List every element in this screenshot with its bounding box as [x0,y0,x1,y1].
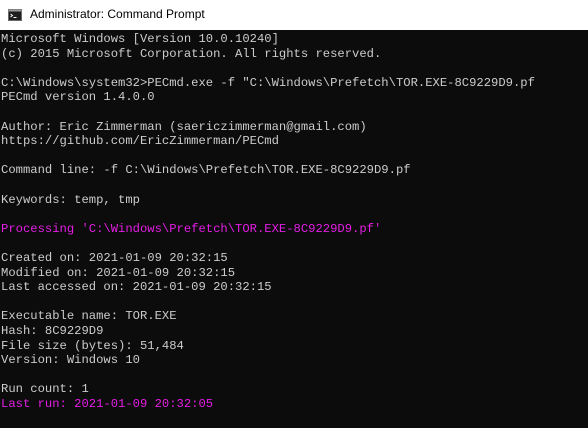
console-line: Executable name: TOR.EXE [1,309,177,324]
console-line: Hash: 8C9229D9 [1,324,104,338]
console-line: Created on: 2021-01-09 20:32:15 [1,251,228,265]
command-prompt-window: Administrator: Command Prompt Microsoft … [0,0,588,428]
console-line: Version: Windows 10 [1,353,140,368]
console-line: Microsoft Windows [Version 10.0.10240] [1,32,279,46]
console-line: File size (bytes): 51,484 [1,338,184,353]
cmd-icon [8,9,22,21]
console-line: Last run: 2021-01-09 20:32:05 [1,397,214,411]
console-line: Modified on: 2021-01-09 20:32:15 [1,265,236,280]
console-line: Command line: -f C:\Windows\Prefetch\TOR… [1,163,411,178]
console-line: (c) 2015 Microsoft Corporation. All righ… [1,46,382,61]
window-title: Administrator: Command Prompt [30,7,205,21]
title-bar[interactable]: Administrator: Command Prompt [0,0,588,30]
console-line: Author: Eric Zimmerman (saericzimmerman@… [1,119,367,134]
console-output[interactable]: Microsoft Windows [Version 10.0.10240] (c… [0,30,588,428]
console-line: Processing 'C:\Windows\Prefetch\TOR.EXE-… [1,221,382,236]
console-line: https://github.com/EricZimmerman/PECmd [1,134,279,149]
console-line: C:\Windows\system32>PECmd.exe -f "C:\Win… [1,75,535,90]
console-line: PECmd version 1.4.0.0 [1,90,155,105]
console-line: Last accessed on: 2021-01-09 20:32:15 [1,280,272,295]
console-line: Run count: 1 [1,382,89,397]
console-line: Keywords: temp, tmp [1,192,140,207]
